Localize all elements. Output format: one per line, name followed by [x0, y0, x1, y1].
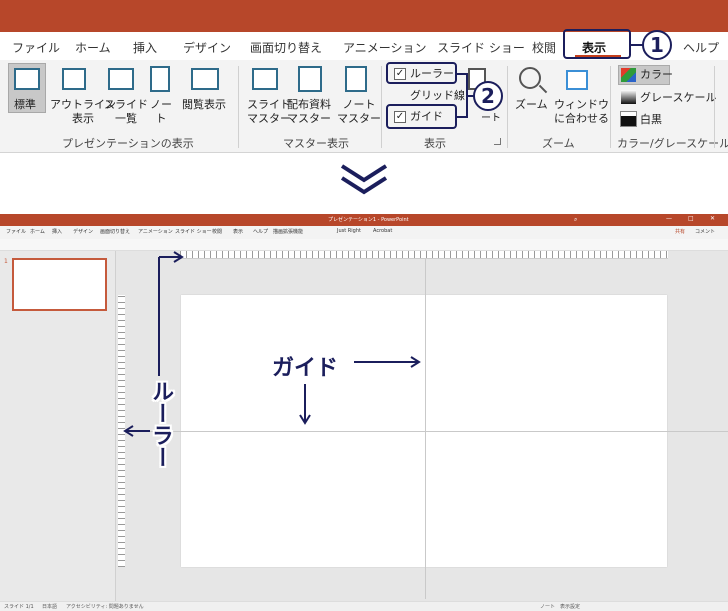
handout-master-icon — [298, 66, 322, 92]
status-display-settings[interactable]: 表示設定 — [560, 603, 580, 610]
s-tab-transitions[interactable]: 画面切り替え — [100, 228, 130, 235]
normal-view-button[interactable]: 標準 — [14, 98, 36, 112]
handout-master-button[interactable]: 配布資料 マスター — [287, 98, 331, 126]
guide-annotation: ガイド — [272, 356, 339, 381]
ruler-arrow-up-right — [158, 251, 184, 376]
notes-master-button[interactable]: ノート マスター — [337, 98, 381, 126]
s-tab-slideshow[interactable]: スライド ショー — [175, 228, 212, 235]
slide-master-icon — [252, 68, 278, 90]
status-notes[interactable]: ノート — [540, 603, 555, 610]
s-tab-acrobat[interactable]: Acrobat — [373, 228, 392, 234]
callout-number-2: 2 — [473, 81, 503, 111]
screenshot-title: プレゼンテーション1 - PowerPoint — [328, 217, 409, 223]
outline-view-icon — [62, 68, 86, 90]
tab-help[interactable]: ヘルプ — [683, 39, 719, 56]
callout-number-1: 1 — [642, 30, 672, 60]
minimize-icon[interactable]: — — [666, 215, 672, 222]
s-tab-justright[interactable]: Just Right — [337, 228, 361, 234]
tab-slideshow[interactable]: スライド ショー — [437, 39, 525, 56]
s-tab-design[interactable]: デザイン — [73, 228, 93, 235]
group-divider — [381, 66, 382, 148]
s-tab-review[interactable]: 校閲 — [212, 228, 222, 235]
notes-page-button[interactable]: ノー ト — [150, 98, 172, 126]
notes-page-icon — [150, 66, 170, 92]
slide-number: 1 — [4, 258, 8, 265]
vertical-guide[interactable] — [425, 259, 426, 599]
grayscale-button[interactable]: グレースケール — [640, 91, 716, 105]
tab-transitions[interactable]: 画面切り替え — [250, 39, 322, 56]
group-divider — [238, 66, 239, 148]
s-tab-animations[interactable]: アニメーション — [138, 228, 173, 235]
reading-view-button[interactable]: 閲覧表示 — [182, 98, 226, 112]
down-chevron-icon — [340, 164, 388, 195]
search-icon[interactable]: ⌕ — [574, 216, 577, 224]
dialog-launcher-icon[interactable] — [494, 138, 501, 145]
s-comment-button[interactable]: コメント — [695, 228, 715, 235]
fit-to-window-icon — [566, 70, 588, 90]
tab-home[interactable]: ホーム — [75, 39, 111, 56]
horizontal-guide[interactable] — [125, 431, 728, 432]
tab-review[interactable]: 校閲 — [532, 39, 556, 56]
group-label-zoom: ズーム — [542, 137, 575, 150]
s-tab-draw-ext[interactable]: 描画拡張機能 — [273, 228, 303, 235]
group-label-show: 表示 — [424, 137, 446, 150]
s-tab-help[interactable]: ヘルプ — [253, 228, 268, 235]
slide-thumbnail[interactable] — [12, 258, 107, 311]
guide-arrow-right — [354, 356, 421, 368]
reading-view-icon — [191, 68, 219, 90]
fit-to-window-button[interactable]: ウィンドウ に合わせる — [554, 98, 609, 126]
callout-box-ruler — [386, 62, 457, 84]
s-tab-home[interactable]: ホーム — [30, 228, 45, 235]
tab-animations[interactable]: アニメーション — [343, 39, 427, 56]
horizontal-ruler[interactable] — [180, 251, 668, 259]
slide-sorter-button[interactable]: スライド 一覧 — [104, 98, 148, 126]
s-tab-file[interactable]: ファイル — [6, 228, 26, 235]
group-divider — [714, 66, 715, 148]
s-tab-view[interactable]: 表示 — [233, 228, 243, 235]
group-divider — [507, 66, 508, 148]
s-share-button[interactable]: 共有 — [675, 228, 685, 235]
zoom-button[interactable]: ズーム — [515, 98, 548, 112]
title-bar — [0, 0, 728, 32]
status-accessibility[interactable]: アクセシビリティ: 問題ありません — [66, 603, 144, 610]
tab-design[interactable]: デザイン — [183, 39, 231, 56]
maximize-icon[interactable]: □ — [688, 215, 694, 222]
close-icon[interactable]: ✕ — [710, 215, 715, 222]
slide-master-button[interactable]: スライド マスター — [247, 98, 291, 126]
group-divider — [610, 66, 611, 148]
status-slide-count: スライド 1/1 — [4, 604, 34, 610]
ruler-annotation: ルーラー — [148, 380, 173, 468]
callout-box-guides — [386, 104, 457, 129]
guide-arrow-down — [299, 384, 311, 425]
color-swatch-icon — [621, 68, 636, 82]
group-label-master-views: マスター表示 — [283, 137, 349, 150]
status-language[interactable]: 日本語 — [42, 603, 57, 610]
group-label-presentation-views: プレゼンテーションの表示 — [62, 137, 194, 150]
notes-master-icon — [345, 66, 367, 92]
s-tab-insert[interactable]: 挿入 — [52, 228, 62, 235]
screenshot-toolbar — [0, 239, 728, 251]
callout-box-view-tab — [563, 29, 631, 59]
normal-view-icon — [14, 68, 40, 90]
gridlines-label[interactable]: グリッド線 — [410, 89, 465, 103]
grayscale-icon — [621, 90, 636, 104]
tab-insert[interactable]: 挿入 — [133, 39, 157, 56]
tab-file[interactable]: ファイル — [12, 39, 60, 56]
black-white-icon — [620, 111, 637, 127]
slide-sorter-icon — [108, 68, 134, 90]
black-white-button[interactable]: 白黒 — [640, 113, 662, 127]
color-button[interactable]: カラー — [640, 68, 673, 82]
group-label-color: カラー/グレースケール — [617, 137, 728, 150]
